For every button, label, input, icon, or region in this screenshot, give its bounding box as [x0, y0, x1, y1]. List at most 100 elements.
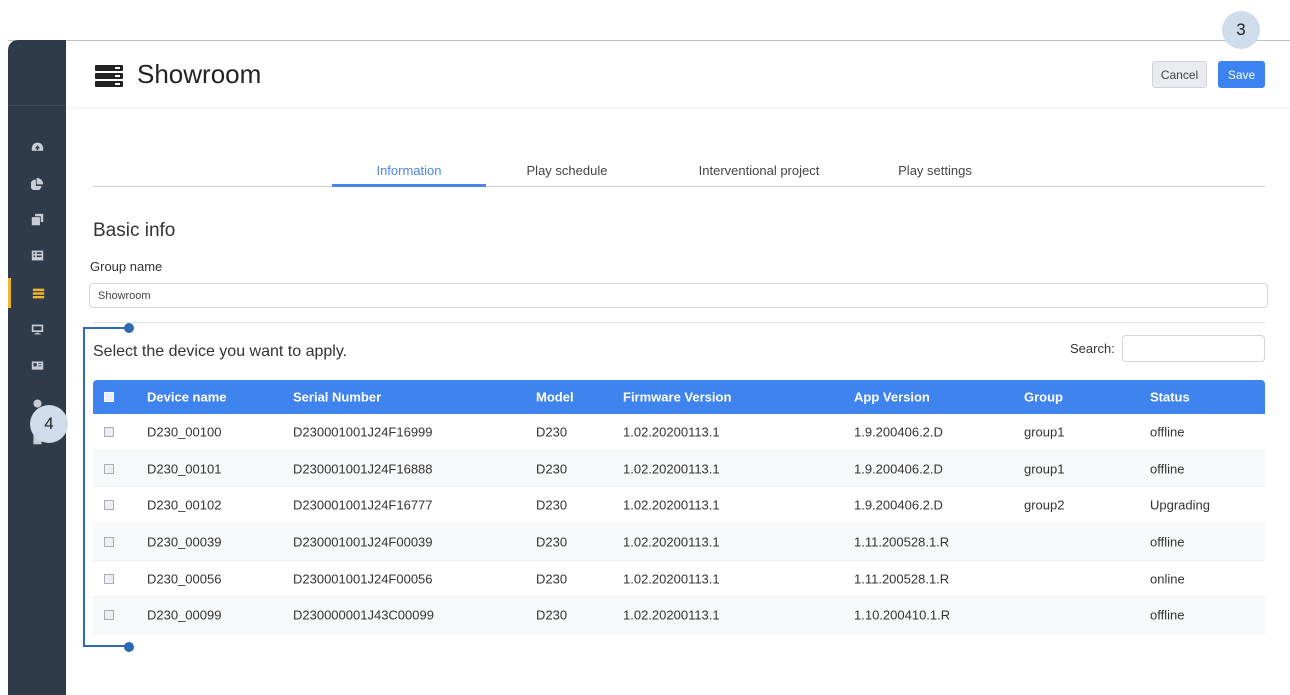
tab-play-settings[interactable]: Play settings — [869, 163, 1001, 178]
table-row[interactable]: D230_00102 D230001001J24F16777 D230 1.02.20… — [93, 487, 1265, 525]
annotation-dot — [124, 642, 134, 652]
table-row[interactable]: D230_00100 D230001001J24F16999 D230 1.02.20… — [93, 414, 1265, 451]
firmware-version-cell: 1.02.20200113.1 — [623, 534, 720, 550]
search-input[interactable] — [1122, 335, 1265, 362]
section-title: Basic info — [93, 220, 176, 241]
page-header: Showroom Cancel Save — [66, 41, 1290, 107]
app-version-cell: 1.11.200528.1.R — [854, 534, 950, 550]
status-cell: offline — [1150, 424, 1185, 440]
id-card-icon — [31, 360, 43, 370]
tab-interventional-project[interactable]: Interventional project — [663, 163, 855, 178]
callout-badge-save: 3 — [1222, 11, 1260, 49]
table-row[interactable]: D230_00101 D230001001J24F16888 D230 1.02.20… — [93, 450, 1265, 488]
pie-chart-icon — [30, 177, 43, 190]
app-version-cell: 1.9.200406.2.D — [854, 497, 943, 513]
table-body: D230_00100 D230001001J24F16999 D230 1.02.20… — [93, 414, 1265, 635]
serial-number-cell: D230001001J24F16999 — [293, 424, 433, 440]
column-header[interactable]: Serial Number — [293, 390, 381, 405]
row-checkbox[interactable] — [104, 573, 114, 584]
firmware-version-cell: 1.02.20200113.1 — [623, 607, 720, 623]
annotation-dot — [124, 323, 134, 333]
groups-icon — [32, 288, 45, 298]
section-divider — [93, 322, 1265, 323]
tab-information[interactable]: Information — [332, 163, 486, 178]
tab-bar: Information Play schedule Interventional… — [93, 155, 1265, 187]
group-cell: group1 — [1024, 461, 1065, 477]
sidebar-item-groups[interactable] — [8, 278, 66, 308]
serial-number-cell: D230001001J24F16777 — [293, 497, 433, 513]
row-checkbox[interactable] — [104, 463, 114, 474]
app-version-cell: 1.10.200410.1.R — [854, 607, 951, 623]
sidebar-item-list[interactable] — [8, 240, 66, 270]
select-all-checkbox[interactable] — [104, 392, 114, 402]
tab-play-schedule[interactable]: Play schedule — [502, 163, 632, 178]
firmware-version-cell: 1.02.20200113.1 — [623, 571, 720, 587]
row-checkbox[interactable] — [104, 536, 114, 547]
status-cell: offline — [1150, 534, 1185, 550]
sidebar-item-dashboard[interactable] — [8, 132, 66, 162]
row-checkbox[interactable] — [104, 426, 114, 437]
serial-number-cell: D230001001J24F16888 — [293, 461, 433, 477]
column-header[interactable]: Status — [1150, 390, 1190, 405]
group-cell: group2 — [1024, 497, 1065, 513]
column-header[interactable]: Firmware Version — [623, 390, 731, 405]
group-list-icon — [95, 65, 123, 87]
app-version-cell: 1.11.200528.1.R — [854, 571, 950, 587]
model-cell: D230 — [536, 534, 568, 550]
callout-badge-table: 4 — [30, 405, 68, 443]
layers-icon — [31, 213, 43, 225]
group-name-label: Group name — [90, 259, 163, 274]
column-header[interactable]: App Version — [854, 390, 930, 405]
serial-number-cell: D230000001J43C00099 — [293, 607, 434, 623]
list-icon — [31, 250, 43, 260]
column-header[interactable]: Device name — [147, 390, 227, 405]
save-button[interactable]: Save — [1218, 61, 1265, 88]
firmware-version-cell: 1.02.20200113.1 — [623, 424, 720, 440]
column-header[interactable]: Group — [1024, 390, 1063, 405]
status-cell: offline — [1150, 461, 1185, 477]
table-header: Device name Serial Number Model Firmware… — [93, 380, 1265, 414]
status-cell: Upgrading — [1150, 497, 1210, 513]
table-row[interactable]: D230_00056 D230001001J24F00056 D230 1.02.20… — [93, 561, 1265, 598]
page-title: Showroom — [137, 59, 262, 89]
search-label: Search: — [1070, 341, 1115, 356]
device-table: Device name Serial Number Model Firmware… — [93, 380, 1265, 635]
app-window: Showroom Cancel Save 3 Information Play … — [0, 0, 1290, 695]
status-cell: offline — [1150, 607, 1185, 623]
group-name-field[interactable] — [89, 283, 1268, 308]
group-cell: group1 — [1024, 424, 1065, 440]
dashboard-icon — [31, 142, 43, 151]
sidebar-item-layers[interactable] — [8, 204, 66, 234]
model-cell: D230 — [536, 461, 568, 477]
cancel-button[interactable]: Cancel — [1152, 61, 1207, 88]
device-name-cell: D230_00099 — [147, 607, 222, 623]
table-row[interactable]: D230_00039 D230001001J24F00039 D230 1.02.20… — [93, 524, 1265, 561]
model-cell: D230 — [536, 424, 568, 440]
device-name-cell: D230_00102 — [147, 497, 222, 513]
column-header[interactable]: Model — [536, 390, 574, 405]
device-name-cell: D230_00101 — [147, 461, 222, 477]
sidebar-item-accounts[interactable] — [8, 350, 66, 380]
sidebar-item-reports[interactable] — [8, 168, 66, 198]
app-version-cell: 1.9.200406.2.D — [854, 424, 943, 440]
firmware-version-cell: 1.02.20200113.1 — [623, 461, 720, 477]
model-cell: D230 — [536, 607, 568, 623]
model-cell: D230 — [536, 571, 568, 587]
device-select-instruction: Select the device you want to apply. — [93, 343, 348, 360]
monitor-icon — [31, 324, 43, 334]
firmware-version-cell: 1.02.20200113.1 — [623, 497, 720, 513]
sidebar — [8, 40, 66, 695]
row-checkbox[interactable] — [104, 500, 114, 511]
serial-number-cell: D230001001J24F00056 — [293, 571, 433, 587]
row-checkbox[interactable] — [104, 610, 114, 621]
sidebar-header — [8, 40, 66, 106]
device-name-cell: D230_00056 — [147, 571, 222, 587]
active-tab-indicator — [332, 184, 486, 187]
app-version-cell: 1.9.200406.2.D — [854, 461, 943, 477]
table-row[interactable]: D230_00099 D230000001J43C00099 D230 1.02.20… — [93, 597, 1265, 635]
device-name-cell: D230_00039 — [147, 534, 222, 550]
model-cell: D230 — [536, 497, 568, 513]
device-name-cell: D230_00100 — [147, 424, 222, 440]
serial-number-cell: D230001001J24F00039 — [293, 534, 433, 550]
sidebar-item-devices[interactable] — [8, 314, 66, 344]
